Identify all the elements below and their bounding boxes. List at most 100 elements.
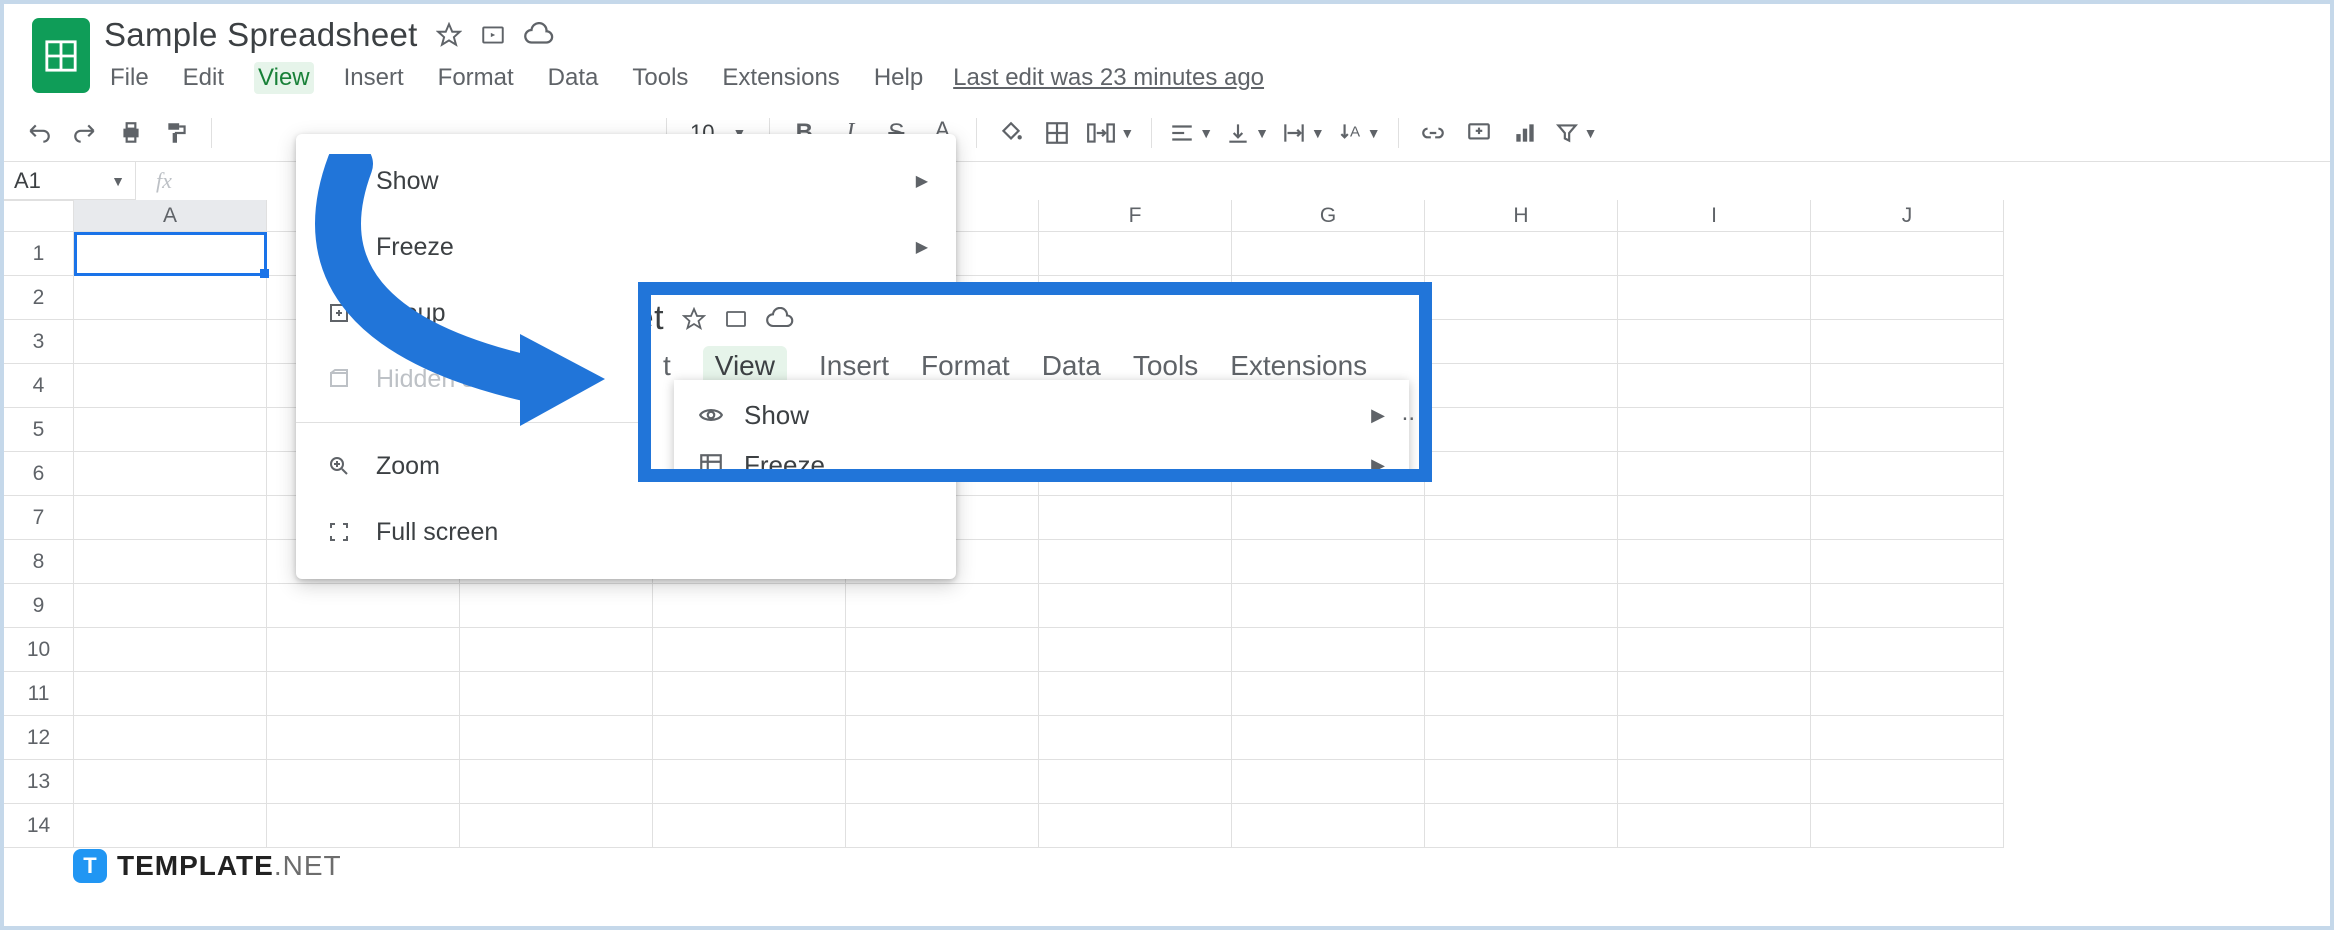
doc-title[interactable]: Sample Spreadsheet [104, 16, 418, 54]
row-header[interactable]: 12 [4, 716, 74, 760]
menu-format[interactable]: Format [434, 62, 518, 94]
row-header[interactable]: 14 [4, 804, 74, 848]
column-header[interactable]: I [1618, 200, 1811, 232]
cell[interactable] [460, 760, 653, 804]
cloud-icon[interactable] [524, 22, 554, 48]
cell[interactable] [1232, 584, 1425, 628]
cell[interactable] [1425, 364, 1618, 408]
paint-format-icon[interactable] [160, 116, 194, 150]
menu-file[interactable]: File [106, 62, 153, 94]
row-header[interactable]: 1 [4, 232, 74, 276]
cell[interactable] [1232, 540, 1425, 584]
cell[interactable] [1039, 540, 1232, 584]
cell[interactable] [74, 452, 267, 496]
column-header[interactable]: J [1811, 200, 2004, 232]
cell[interactable] [1811, 232, 2004, 276]
row-header[interactable]: 13 [4, 760, 74, 804]
menu-insert[interactable]: Insert [340, 62, 408, 94]
cell[interactable] [846, 628, 1039, 672]
cell[interactable] [74, 408, 267, 452]
cell[interactable] [1232, 804, 1425, 848]
cell[interactable] [653, 628, 846, 672]
cell[interactable] [1425, 716, 1618, 760]
cell[interactable] [1232, 232, 1425, 276]
menu-help[interactable]: Help [870, 62, 927, 94]
cell[interactable] [1618, 452, 1811, 496]
column-header[interactable]: H [1425, 200, 1618, 232]
cell[interactable] [1039, 232, 1232, 276]
row-header[interactable]: 3 [4, 320, 74, 364]
cell[interactable] [1425, 672, 1618, 716]
menu-extensions[interactable]: Extensions [718, 62, 843, 94]
cell[interactable] [460, 584, 653, 628]
cell[interactable] [1425, 276, 1618, 320]
cell[interactable] [1811, 364, 2004, 408]
cell[interactable] [653, 716, 846, 760]
cell[interactable] [1425, 452, 1618, 496]
cell[interactable] [653, 672, 846, 716]
undo-icon[interactable] [22, 116, 56, 150]
move-icon[interactable] [480, 22, 506, 48]
cell[interactable] [1425, 320, 1618, 364]
cell[interactable] [1232, 628, 1425, 672]
cell[interactable] [1618, 408, 1811, 452]
cell[interactable] [1618, 672, 1811, 716]
text-wrap-icon[interactable]: ▼ [1281, 116, 1325, 150]
cell[interactable] [1232, 760, 1425, 804]
borders-icon[interactable] [1040, 116, 1074, 150]
column-header[interactable]: G [1232, 200, 1425, 232]
vertical-align-icon[interactable]: ▼ [1225, 116, 1269, 150]
cell[interactable] [1618, 540, 1811, 584]
cell[interactable] [1039, 496, 1232, 540]
row-header[interactable]: 9 [4, 584, 74, 628]
cell[interactable] [1232, 672, 1425, 716]
view-fullscreen-item[interactable]: Full screen [296, 499, 956, 565]
cell[interactable] [1618, 232, 1811, 276]
cell[interactable] [460, 672, 653, 716]
cell[interactable] [74, 672, 267, 716]
view-show-item[interactable]: Show ▶ [296, 148, 956, 214]
print-icon[interactable] [114, 116, 148, 150]
cell[interactable] [846, 672, 1039, 716]
cell[interactable] [1811, 804, 2004, 848]
name-box[interactable]: A1▼ [4, 162, 136, 200]
cell[interactable] [74, 628, 267, 672]
cell[interactable] [1811, 276, 2004, 320]
cell[interactable] [1811, 716, 2004, 760]
cell[interactable] [1618, 320, 1811, 364]
cell[interactable] [74, 232, 267, 276]
insert-chart-icon[interactable] [1508, 116, 1542, 150]
cell[interactable] [1039, 672, 1232, 716]
cell[interactable] [1618, 804, 1811, 848]
cell[interactable] [1811, 408, 2004, 452]
view-freeze-item[interactable]: Freeze ▶ [296, 214, 956, 280]
cell[interactable] [267, 584, 460, 628]
menu-view[interactable]: View [254, 62, 314, 94]
cell[interactable] [1618, 716, 1811, 760]
cell[interactable] [1811, 628, 2004, 672]
cell[interactable] [1618, 760, 1811, 804]
cell[interactable] [74, 276, 267, 320]
cell[interactable] [1039, 716, 1232, 760]
cell[interactable] [1425, 496, 1618, 540]
cell[interactable] [1039, 760, 1232, 804]
cell[interactable] [1811, 452, 2004, 496]
cell[interactable] [74, 716, 267, 760]
cell[interactable] [653, 584, 846, 628]
cell[interactable] [1811, 540, 2004, 584]
cell[interactable] [267, 672, 460, 716]
cell[interactable] [846, 804, 1039, 848]
cell[interactable] [74, 496, 267, 540]
row-header[interactable]: 8 [4, 540, 74, 584]
cell[interactable] [653, 760, 846, 804]
cell[interactable] [74, 320, 267, 364]
cell[interactable] [1618, 276, 1811, 320]
cell[interactable] [74, 760, 267, 804]
cell[interactable] [1811, 760, 2004, 804]
cell[interactable] [74, 364, 267, 408]
cell[interactable] [460, 804, 653, 848]
cell[interactable] [460, 716, 653, 760]
cell[interactable] [846, 760, 1039, 804]
fill-color-icon[interactable] [994, 116, 1028, 150]
cell[interactable] [267, 760, 460, 804]
